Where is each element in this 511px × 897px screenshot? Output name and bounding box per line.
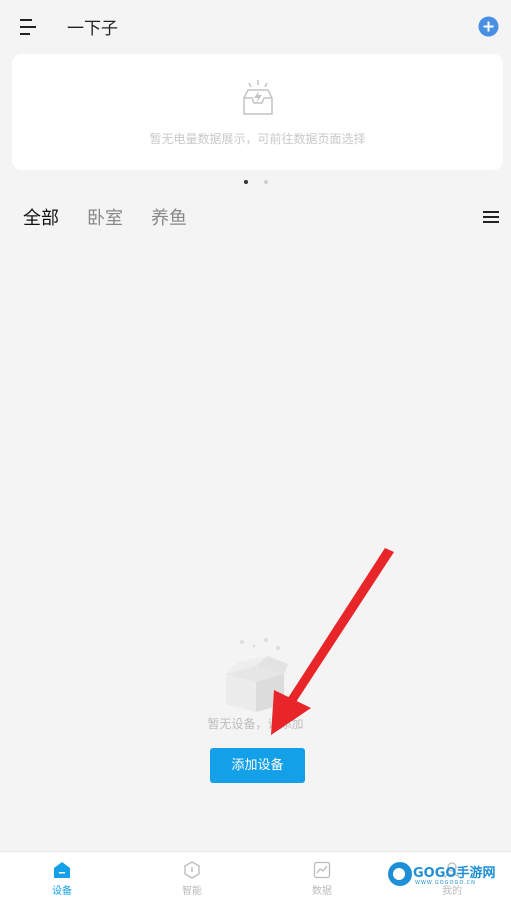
home-title[interactable]: 一下子 — [67, 14, 118, 39]
energy-box-icon — [243, 80, 273, 115]
watermark-circle-icon — [388, 862, 412, 886]
top-bar: 一下子 — [0, 0, 511, 52]
watermark-url: WWW.GOGOGO.CN — [415, 880, 476, 886]
watermark-title: GOGO手游网 — [413, 866, 496, 881]
empty-state-text: 暂无设备，请添加 — [207, 717, 304, 731]
nav-smart[interactable]: 智能 — [152, 852, 232, 897]
energy-card[interactable]: 暂无电量数据展示，可前往数据页面选择 — [12, 54, 503, 170]
nav-devices[interactable]: 设备 — [22, 852, 102, 897]
add-device-button[interactable]: 添加设备 — [210, 748, 305, 783]
nav-data-label: 数据 — [312, 886, 332, 897]
list-icon[interactable] — [482, 209, 500, 225]
nav-data[interactable]: 数据 — [282, 852, 362, 897]
smart-hexagon-icon — [184, 861, 200, 879]
tab-fish[interactable]: 养鱼 — [151, 204, 187, 230]
menu-icon[interactable] — [18, 16, 40, 38]
home-icon — [54, 862, 70, 878]
chart-icon — [313, 861, 331, 879]
nav-smart-label: 智能 — [182, 886, 202, 897]
watermark-logo: GOGO手游网 WWW.GOGOGO.CN — [388, 861, 496, 889]
tab-bedroom[interactable]: 卧室 — [87, 204, 123, 230]
empty-box-icon — [226, 638, 288, 712]
tab-all[interactable]: 全部 — [23, 204, 59, 230]
plus-circle-icon[interactable] — [478, 16, 499, 37]
room-tabs: 全部 卧室 养鱼 — [0, 198, 511, 238]
carousel-dot-active — [244, 180, 248, 184]
carousel-indicator — [244, 180, 270, 186]
nav-devices-label: 设备 — [52, 886, 72, 897]
carousel-dot — [264, 180, 268, 184]
energy-empty-text: 暂无电量数据展示，可前往数据页面选择 — [149, 132, 366, 146]
